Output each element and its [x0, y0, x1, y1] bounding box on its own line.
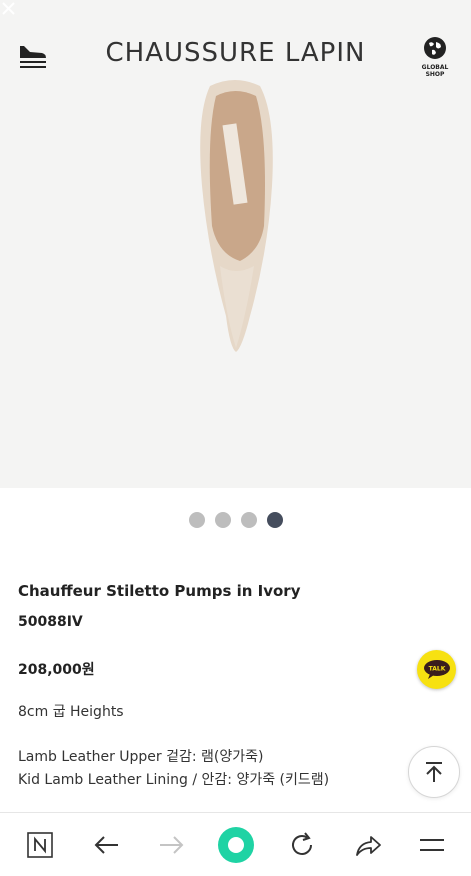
globe-icon	[424, 37, 446, 59]
green-dot-icon[interactable]	[206, 813, 266, 876]
product-name: Chauffeur Stiletto Pumps in Ivory	[18, 582, 301, 600]
brand-logo[interactable]: CHAUSSURE LAPIN	[0, 38, 471, 68]
carousel-dot-active[interactable]	[266, 512, 283, 528]
talk-label: TALK	[428, 665, 445, 672]
product-sku: 50088IV	[18, 614, 83, 630]
global-shop-button[interactable]: GLOBAL SHOP	[416, 36, 454, 78]
product-materials: Lamb Leather Upper 겉감: 램(양가죽) Kid Lamb L…	[18, 746, 329, 792]
forward-arrow-icon[interactable]	[142, 813, 202, 876]
browser-navbar	[0, 812, 471, 876]
carousel-dot[interactable]	[240, 512, 257, 528]
close-icon[interactable]	[0, 0, 22, 22]
naver-n-icon[interactable]	[10, 813, 70, 876]
kakao-talk-button[interactable]: TALK	[417, 650, 456, 689]
carousel-dot[interactable]	[214, 512, 231, 528]
back-arrow-icon[interactable]	[76, 813, 136, 876]
product-image[interactable]	[0, 0, 471, 488]
product-heel-height: 8cm 굽 Heights	[18, 704, 124, 720]
arrow-up-icon	[426, 762, 442, 782]
product-price: 208,000원	[18, 662, 95, 678]
talk-bubble-icon: TALK	[423, 659, 450, 679]
material-upper: Lamb Leather Upper 겉감: 램(양가죽)	[18, 749, 264, 765]
carousel-dot[interactable]	[188, 512, 205, 528]
material-lining: Kid Lamb Leather Lining / 안감: 양가죽 (키드램)	[18, 772, 330, 788]
shoe-image	[200, 80, 273, 352]
global-shop-label: GLOBAL SHOP	[421, 64, 449, 78]
carousel-indicators	[0, 512, 471, 528]
share-icon[interactable]	[338, 813, 398, 876]
refresh-icon[interactable]	[272, 813, 332, 876]
menu-icon[interactable]	[402, 813, 462, 876]
scroll-to-top-button[interactable]	[408, 746, 460, 798]
